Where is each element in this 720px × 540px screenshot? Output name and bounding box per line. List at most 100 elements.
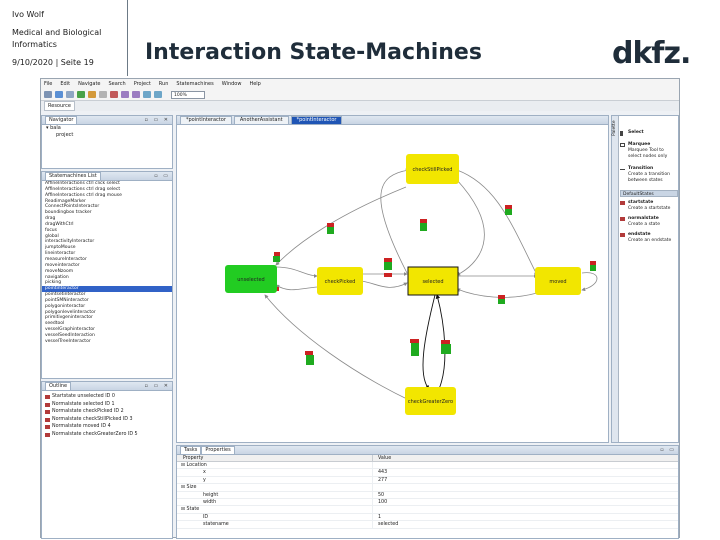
transition-edge[interactable]	[456, 179, 485, 276]
menu-file[interactable]: File	[44, 81, 52, 87]
action-label[interactable]	[327, 227, 334, 234]
menu-window[interactable]: Window	[222, 81, 242, 87]
property-value[interactable]: 277	[373, 477, 387, 483]
new-icon[interactable]	[44, 91, 52, 98]
palette-strip[interactable]: Palette	[612, 116, 619, 442]
outline-item[interactable]: Normalstate moved ID 4	[42, 423, 172, 431]
transition-edge[interactable]	[581, 272, 598, 292]
statemachine-list-item[interactable]: vesselTreeInteractor	[42, 339, 172, 345]
outline-item[interactable]: Normalstate selected ID 1	[42, 401, 172, 409]
transition-edge-active[interactable]	[422, 294, 436, 390]
state-node[interactable]: checkStillPicked	[406, 154, 459, 184]
view-controls-icon[interactable]: ▫ ▭ ✕	[145, 117, 170, 123]
property-value[interactable]: 443	[373, 469, 387, 475]
menu-run[interactable]: Run	[159, 81, 169, 87]
event-label[interactable]	[410, 339, 419, 343]
perspective-tab-resource[interactable]: Resource	[44, 101, 75, 111]
transition-edge[interactable]	[264, 294, 410, 401]
property-row[interactable]: statename selected	[177, 521, 678, 529]
editor-tab-active[interactable]: *pointInteractor	[290, 116, 343, 124]
property-row[interactable]: ⊟ Location	[177, 462, 678, 470]
palette-marquee-tool[interactable]: Marquee Marquee Tool to select nodes onl…	[620, 142, 678, 160]
menu-edit[interactable]: Edit	[60, 81, 70, 87]
debug-icon[interactable]	[88, 91, 96, 98]
menu-statemachines[interactable]: Statemachines	[176, 81, 213, 87]
diagram-canvas[interactable]: checkStillPicked unselected checkPicked	[177, 125, 608, 442]
zoom-select[interactable]: 100%	[171, 90, 205, 99]
tab-tasks[interactable]: Tasks	[180, 446, 202, 454]
transition-edge[interactable]	[275, 284, 318, 291]
back-icon[interactable]	[121, 91, 129, 98]
event-label[interactable]	[305, 351, 313, 355]
event-label[interactable]	[384, 273, 392, 277]
property-value[interactable]: 50	[373, 492, 384, 498]
tab-outline[interactable]: Outline	[45, 382, 72, 390]
palette-select-tool[interactable]: Select	[620, 130, 678, 136]
state-diagram[interactable]: checkStillPicked unselected checkPicked	[177, 125, 608, 442]
action-label[interactable]	[505, 209, 512, 215]
editor-tab[interactable]: *pointInteractor	[180, 116, 232, 124]
state-node[interactable]: checkPicked	[317, 267, 363, 295]
transition-edge[interactable]	[380, 168, 410, 274]
tab-statemachines-list[interactable]: Statemachines List	[45, 172, 101, 180]
forward-icon[interactable]	[132, 91, 140, 98]
event-label[interactable]	[441, 340, 450, 344]
outline-item[interactable]: Normalstate checkPicked ID 2	[42, 408, 172, 416]
outline-item[interactable]: Normalstate checkStillPicked ID 3	[42, 416, 172, 424]
view-controls-icon[interactable]: ▫ ▭	[154, 173, 170, 179]
event-label[interactable]	[420, 219, 427, 223]
action-label[interactable]	[441, 344, 451, 354]
transition-edge[interactable]	[456, 169, 538, 276]
event-label[interactable]	[505, 205, 512, 209]
property-value[interactable]	[373, 506, 378, 512]
action-label[interactable]	[590, 265, 596, 271]
zoom-out-icon[interactable]	[154, 91, 162, 98]
action-label[interactable]	[498, 299, 505, 304]
action-label[interactable]	[273, 256, 280, 262]
property-row[interactable]: ⊟ State	[177, 506, 678, 514]
state-node[interactable]: selected	[407, 266, 459, 296]
palette-endstate[interactable]: endstate Create an endstate	[620, 232, 678, 244]
palette-section-default-states[interactable]: DefaultStates	[620, 190, 678, 197]
property-row[interactable]: ⊟ Size	[177, 484, 678, 492]
action-label[interactable]	[411, 343, 419, 356]
property-row[interactable]: x 443	[177, 469, 678, 477]
event-label[interactable]	[327, 223, 334, 227]
tab-navigator[interactable]: Navigator	[45, 116, 78, 124]
outline-item[interactable]: Normalstate checkGreaterZero ID 5	[42, 431, 172, 439]
palette-normalstate[interactable]: normalstate Create a state	[620, 216, 678, 228]
action-label[interactable]	[384, 262, 392, 270]
print-icon[interactable]	[66, 91, 74, 98]
property-row[interactable]: width 100	[177, 498, 678, 507]
transition-edge[interactable]	[456, 288, 538, 298]
menu-search[interactable]: Search	[109, 81, 126, 87]
view-controls-icon[interactable]: ▫ ▭ ✕	[145, 383, 170, 389]
property-value[interactable]	[373, 462, 378, 468]
stop-icon[interactable]	[110, 91, 118, 98]
property-row[interactable]: y 277	[177, 476, 678, 485]
tab-properties[interactable]: Properties	[201, 446, 235, 454]
editor-tab[interactable]: AnotherAssistant	[233, 116, 289, 124]
action-label[interactable]	[306, 355, 314, 365]
menu-navigate[interactable]: Navigate	[78, 81, 100, 87]
event-label[interactable]	[590, 261, 596, 265]
search-icon[interactable]	[99, 91, 107, 98]
event-label[interactable]	[384, 258, 392, 262]
tree-item-file[interactable]: project	[42, 132, 172, 139]
property-value[interactable]: 1	[373, 514, 381, 520]
state-node[interactable]: checkGreaterZero	[405, 387, 456, 415]
start-state-node[interactable]: unselected	[225, 265, 277, 293]
event-label[interactable]	[274, 252, 280, 256]
property-value[interactable]	[373, 484, 378, 490]
save-icon[interactable]	[55, 91, 63, 98]
outline-item[interactable]: Startstate unselected ID 0	[42, 393, 172, 401]
property-row[interactable]: height 50	[177, 491, 678, 499]
view-controls-icon[interactable]: ▫ ▭	[660, 447, 676, 453]
event-label[interactable]	[498, 295, 505, 299]
property-value[interactable]: 100	[373, 499, 387, 505]
transition-edge[interactable]	[275, 266, 318, 278]
action-label[interactable]	[420, 223, 427, 231]
palette-transition-tool[interactable]: Transition Create a transition between s…	[620, 166, 678, 184]
state-node[interactable]: moved	[535, 267, 581, 295]
tree-item-project[interactable]: ▾ bala	[42, 125, 172, 132]
